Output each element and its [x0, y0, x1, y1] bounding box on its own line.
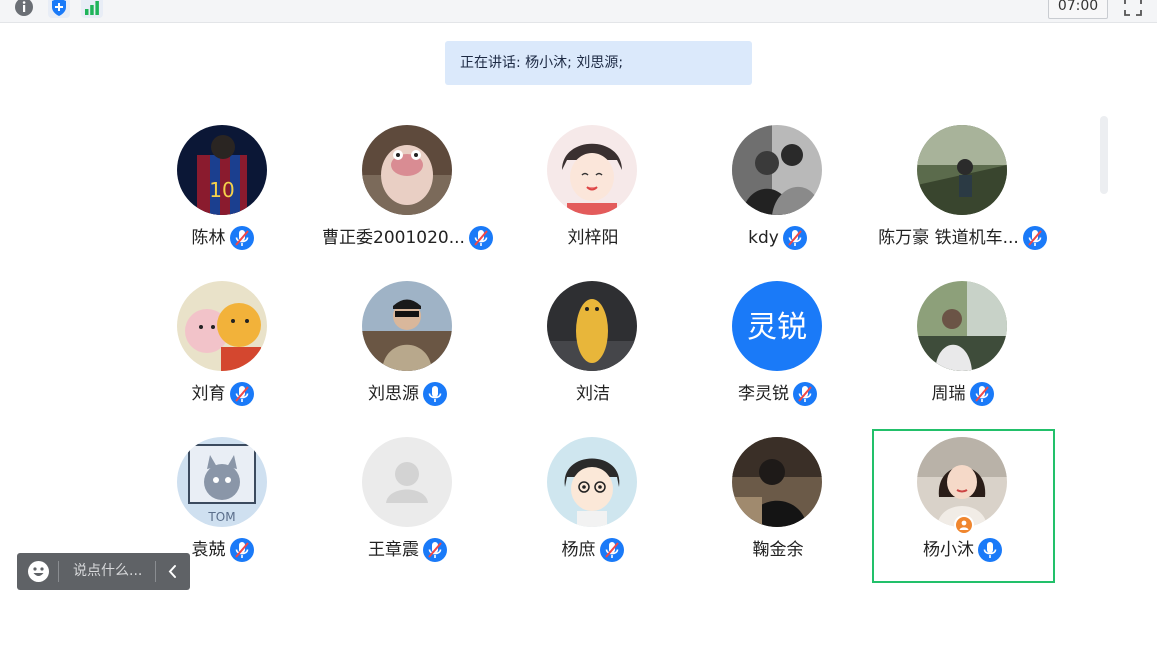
participant-tile[interactable]: 刘育	[130, 281, 316, 431]
host-badge-icon	[954, 515, 974, 535]
mic-muted-icon[interactable]	[782, 225, 808, 251]
avatar	[917, 125, 1007, 215]
participant-name: 陈万豪 铁道机车...	[878, 228, 1019, 248]
avatar	[732, 125, 822, 215]
participant-name-row: 杨庶	[500, 536, 686, 564]
participant-tile[interactable]: 曹正委2001020...	[315, 125, 501, 275]
mic-muted-icon[interactable]	[229, 381, 255, 407]
mic-muted-icon[interactable]	[1022, 225, 1048, 251]
participant-name-row: 刘思源	[315, 380, 501, 408]
mic-muted-icon[interactable]	[468, 225, 494, 251]
participant-tile[interactable]: 灵锐 李灵锐	[685, 281, 871, 431]
participant-name-row: 陈万豪 铁道机车...	[870, 224, 1056, 252]
participant-tile[interactable]: 刘洁	[500, 281, 686, 431]
mic-muted-icon[interactable]	[422, 537, 448, 563]
participant-name: 周瑞	[931, 384, 966, 404]
svg-text:10: 10	[209, 178, 234, 202]
avatar: TOM	[177, 437, 267, 527]
participant-tile[interactable]: 王章震	[315, 437, 501, 587]
avatar	[732, 437, 822, 527]
top-toolbar: 07:00	[0, 0, 1157, 23]
participant-tile[interactable]: 杨庶	[500, 437, 686, 587]
avatar	[547, 125, 637, 215]
chat-bar: 说点什么...	[17, 553, 190, 590]
participant-name: 鞠金余	[752, 540, 804, 560]
mic-muted-icon[interactable]	[599, 537, 625, 563]
participant-name: 李灵锐	[738, 384, 789, 404]
avatar	[362, 281, 452, 371]
participant-name: 陈林	[191, 228, 226, 248]
participant-name-row: 周瑞	[870, 380, 1056, 408]
avatar	[547, 281, 637, 371]
chevron-left-icon[interactable]	[163, 561, 183, 582]
mic-muted-icon[interactable]	[229, 225, 255, 251]
participant-name: 刘洁	[576, 384, 610, 404]
avatar	[362, 437, 452, 527]
speaking-banner: 正在讲话: 杨小沐; 刘思源;	[445, 41, 752, 85]
participant-tile[interactable]: 10 陈林	[130, 125, 316, 275]
participant-name: 曹正委2001020...	[322, 228, 465, 248]
participant-tile[interactable]: 鞠金余	[685, 437, 871, 587]
avatar	[177, 281, 267, 371]
participant-name: 刘育	[191, 384, 226, 404]
participant-name: 王章震	[368, 540, 419, 560]
emoji-icon[interactable]	[27, 560, 50, 583]
participant-tile[interactable]: 刘梓阳	[500, 125, 686, 275]
chat-divider	[155, 561, 156, 582]
participant-name: kdy	[748, 228, 779, 248]
participant-tile[interactable]: kdy	[685, 125, 871, 275]
participant-name-row: 鞠金余	[685, 536, 871, 564]
avatar	[917, 281, 1007, 371]
participant-tile[interactable]: 周瑞	[870, 281, 1056, 431]
participant-name-row: 曹正委2001020...	[315, 224, 501, 252]
participant-name-row: 李灵锐	[685, 380, 871, 408]
fullscreen-icon[interactable]	[1122, 0, 1144, 18]
mic-active-icon[interactable]	[422, 381, 448, 407]
mic-muted-icon[interactable]	[792, 381, 818, 407]
shield-icon[interactable]	[48, 0, 70, 18]
active-speaker-frame	[872, 429, 1055, 583]
participant-name: 刘梓阳	[567, 228, 619, 248]
avatar	[362, 125, 452, 215]
participant-name-row: 刘洁	[500, 380, 686, 408]
participant-name-row: 刘育	[130, 380, 316, 408]
signal-icon[interactable]	[81, 0, 103, 18]
mic-muted-icon[interactable]	[969, 381, 995, 407]
avatar: 10	[177, 125, 267, 215]
participant-tile[interactable]: 陈万豪 铁道机车...	[870, 125, 1056, 275]
participant-name-row: 王章震	[315, 536, 501, 564]
info-icon[interactable]	[13, 0, 35, 18]
participant-name-row: kdy	[685, 224, 871, 252]
meeting-timer: 07:00	[1048, 0, 1108, 19]
participant-name-row: 刘梓阳	[500, 224, 686, 252]
participant-tile[interactable]: 刘思源	[315, 281, 501, 431]
avatar: 灵锐	[732, 281, 822, 371]
participant-name: 杨庶	[561, 540, 596, 560]
mic-muted-icon[interactable]	[229, 537, 255, 563]
avatar-initials: 灵锐	[747, 310, 807, 345]
scrollbar-thumb[interactable]	[1100, 116, 1108, 194]
chat-input[interactable]: 说点什么...	[73, 553, 142, 590]
participant-name: 袁兢	[191, 540, 226, 560]
avatar	[547, 437, 637, 527]
svg-text:TOM: TOM	[207, 510, 235, 524]
participant-name: 刘思源	[368, 384, 419, 404]
chat-divider	[58, 561, 59, 582]
participant-name-row: 陈林	[130, 224, 316, 252]
